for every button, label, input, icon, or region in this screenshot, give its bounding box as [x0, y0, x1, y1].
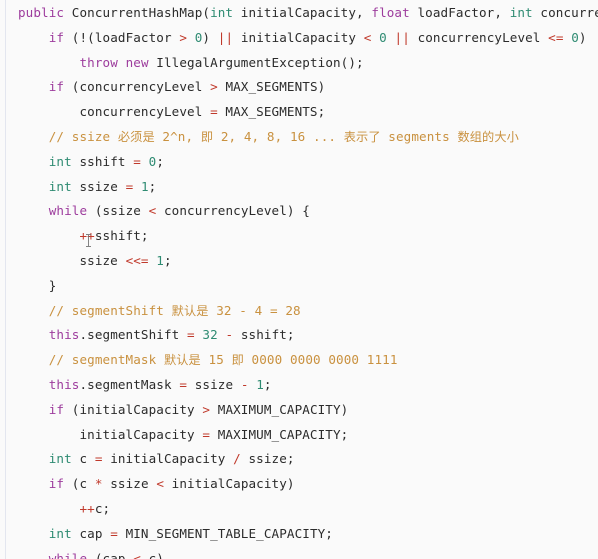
code-line-21[interactable]: ++c;	[0, 497, 598, 522]
code-line-17[interactable]: if (initialCapacity > MAXIMUM_CAPACITY)	[0, 398, 598, 423]
code-line-3[interactable]: throw new IllegalArgumentException();	[0, 51, 598, 76]
keyword-if: if	[48, 401, 65, 417]
code-line-4[interactable]: if (concurrencyLevel > MAX_SEGMENTS)	[0, 75, 598, 100]
code-line-15[interactable]: // segmentMask 默认是 15 即 0000 0000 0000 1…	[0, 348, 598, 373]
code-line-9[interactable]: while (ssize < concurrencyLevel) {	[0, 199, 598, 224]
code-line-5[interactable]: concurrencyLevel = MAX_SEGMENTS;	[0, 100, 598, 125]
keyword-if: if	[48, 79, 65, 95]
type-int: int	[48, 153, 72, 169]
comment-segmentmask: // segmentMask 默认是 15 即 0000 0000 0000 1…	[48, 352, 398, 368]
type-int: int	[48, 525, 72, 541]
keyword-if: if	[48, 29, 65, 45]
code-line-20[interactable]: if (c * ssize < initialCapacity)	[0, 472, 598, 497]
code-line-2[interactable]: if (!(loadFactor > 0) || initialCapacity…	[0, 26, 598, 51]
code-line-1[interactable]: public ConcurrentHashMap(int initialCapa…	[0, 1, 598, 26]
comment-segmentshift: // segmentShift 默认是 32 - 4 = 28	[48, 302, 301, 318]
keyword-this: this	[48, 327, 80, 343]
code-line-19[interactable]: int c = initialCapacity / ssize;	[0, 447, 598, 472]
type-int: int	[48, 451, 72, 467]
code-line-16[interactable]: this.segmentMask = ssize - 1;	[0, 373, 598, 398]
code-line-8[interactable]: int ssize = 1;	[0, 175, 598, 200]
keyword-if: if	[48, 476, 65, 492]
code-line-14[interactable]: this.segmentShift = 32 - sshift;	[0, 323, 598, 348]
code-line-22[interactable]: int cap = MIN_SEGMENT_TABLE_CAPACITY;	[0, 522, 598, 547]
type-int: int	[210, 5, 234, 20]
keyword-while: while	[48, 203, 88, 219]
type-float: float	[371, 5, 410, 20]
code-line-23[interactable]: while (cap < c)	[0, 547, 598, 559]
code-viewer[interactable]: public ConcurrentHashMap(int initialCapa…	[0, 0, 598, 559]
text-caret	[86, 234, 91, 247]
keyword-new: new	[125, 54, 149, 70]
code-line-7[interactable]: int sshift = 0;	[0, 150, 598, 175]
keyword-public: public	[18, 5, 65, 20]
code-line-18[interactable]: initialCapacity = MAXIMUM_CAPACITY;	[0, 423, 598, 448]
keyword-this: this	[48, 376, 80, 392]
code-content[interactable]: public ConcurrentHashMap(int initialCapa…	[0, 0, 598, 559]
code-line-12[interactable]: }	[0, 274, 598, 299]
code-line-13[interactable]: // segmentShift 默认是 32 - 4 = 28	[0, 299, 598, 324]
comment-ssize: // ssize 必须是 2^n, 即 2, 4, 8, 16 ... 表示了 …	[48, 128, 519, 144]
keyword-throw: throw	[79, 54, 118, 70]
keyword-while: while	[48, 550, 88, 559]
type-int: int	[48, 178, 72, 194]
code-line-11[interactable]: ssize <<= 1;	[0, 249, 598, 274]
code-line-6[interactable]: // ssize 必须是 2^n, 即 2, 4, 8, 16 ... 表示了 …	[0, 125, 598, 150]
type-int: int	[509, 5, 533, 20]
